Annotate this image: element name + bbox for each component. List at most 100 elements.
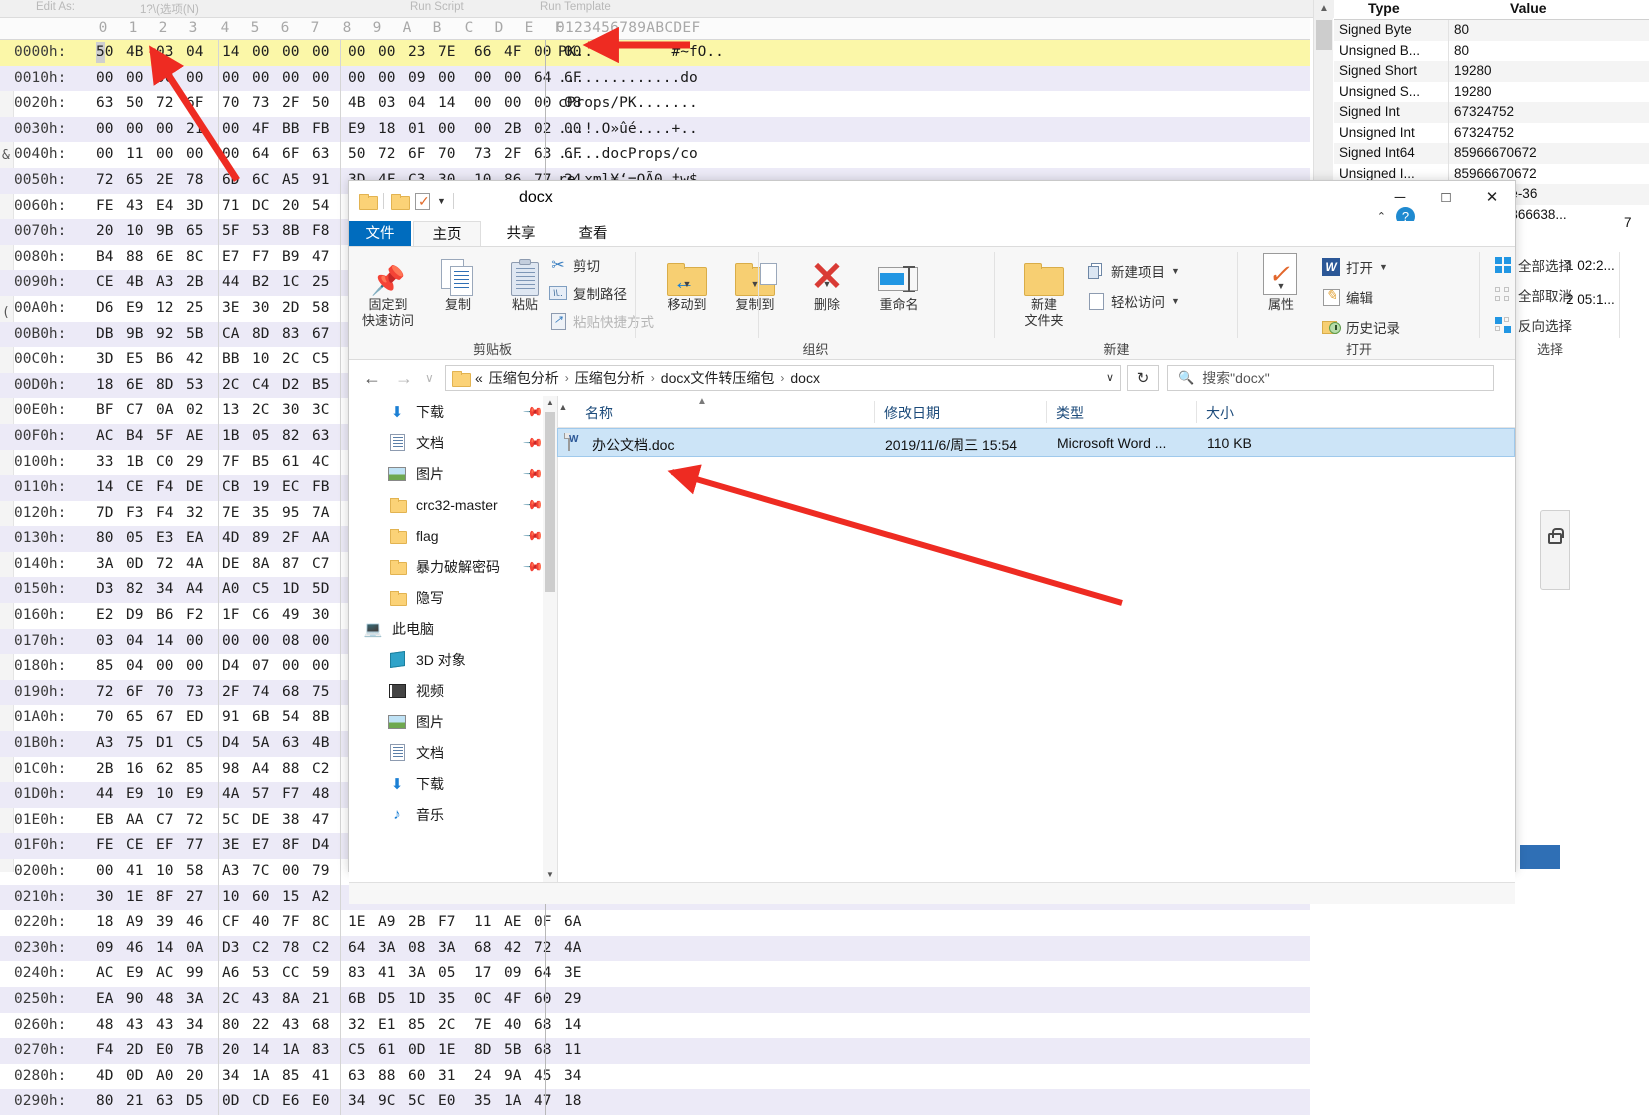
hex-byte[interactable]: 71 xyxy=(222,194,252,220)
hex-byte[interactable]: 2B xyxy=(408,910,438,936)
hex-byte[interactable]: 8B xyxy=(282,219,312,245)
hex-byte[interactable]: 00 xyxy=(156,117,186,143)
hex-byte[interactable]: 18 xyxy=(378,117,408,143)
hex-byte[interactable]: CE xyxy=(126,475,156,501)
hex-byte[interactable]: D2 xyxy=(282,373,312,399)
breadcrumb-separator-icon[interactable]: › xyxy=(651,371,655,385)
hex-byte[interactable]: 5F xyxy=(156,424,186,450)
nav-item-此电脑[interactable]: 💻 此电脑 xyxy=(349,613,557,644)
hex-byte[interactable]: 9A xyxy=(504,1064,534,1090)
hex-byte[interactable]: C2 xyxy=(252,936,282,962)
hex-byte[interactable]: CA xyxy=(222,322,252,348)
hex-byte[interactable]: 8C xyxy=(186,245,216,271)
hex-ascii[interactable]: ..............do xyxy=(558,66,698,92)
hex-byte[interactable]: 7E xyxy=(222,501,252,527)
hex-byte[interactable]: 05 xyxy=(438,961,468,987)
hex-byte[interactable]: 1D xyxy=(282,577,312,603)
hex-byte[interactable]: CD xyxy=(252,1089,282,1115)
hex-ascii[interactable]: PK.. #~fO.. xyxy=(558,40,724,66)
hex-byte[interactable]: DC xyxy=(252,194,282,220)
hex-byte[interactable]: 34 xyxy=(564,1064,594,1090)
hex-byte[interactable]: 00 xyxy=(474,66,504,92)
edit-button[interactable]: 编辑 xyxy=(1322,287,1373,307)
hex-byte[interactable]: 88 xyxy=(378,1064,408,1090)
hex-byte[interactable]: 73 xyxy=(474,142,504,168)
column-header-modified[interactable]: 修改日期 xyxy=(884,403,940,423)
column-header-type[interactable]: 类型 xyxy=(1056,403,1084,423)
hex-row[interactable]: 0230h: 09 46 14 0A D3 C2 78 C2 64 3A 08 3A 68 42 72 4A xyxy=(0,935,1310,962)
hex-byte[interactable]: 2B xyxy=(186,270,216,296)
hex-byte[interactable]: 2F xyxy=(282,91,312,117)
hex-byte[interactable]: 78 xyxy=(282,936,312,962)
hex-byte[interactable]: 30 xyxy=(312,603,342,629)
hex-byte[interactable]: A4 xyxy=(252,757,282,783)
hex-byte[interactable]: 1E xyxy=(126,885,156,911)
tab-home[interactable]: 主页 xyxy=(413,221,481,247)
hex-byte[interactable]: 2C xyxy=(222,373,252,399)
hex-byte[interactable]: 85 xyxy=(408,1013,438,1039)
hex-byte[interactable]: B2 xyxy=(252,270,282,296)
hex-byte[interactable]: E9 xyxy=(126,782,156,808)
hex-byte[interactable]: A9 xyxy=(126,910,156,936)
hex-byte[interactable]: 2F xyxy=(504,142,534,168)
hex-ascii[interactable]: ...!.O»ûé....+.. xyxy=(558,117,698,143)
hex-byte[interactable]: 41 xyxy=(378,961,408,987)
hex-byte[interactable]: A4 xyxy=(186,577,216,603)
hex-byte[interactable]: 5C xyxy=(408,1089,438,1115)
hex-byte[interactable]: 29 xyxy=(564,987,594,1013)
hex-byte[interactable]: 63 xyxy=(282,731,312,757)
hex-byte[interactable]: 6A xyxy=(564,910,594,936)
hex-byte[interactable]: 4F xyxy=(504,40,534,66)
nav-item-图片[interactable]: 图片 xyxy=(349,706,557,737)
hex-byte[interactable]: ED xyxy=(186,705,216,731)
hex-byte[interactable]: 3C xyxy=(312,398,342,424)
hex-byte[interactable]: 17 xyxy=(474,961,504,987)
nav-item-下载[interactable]: ⬇ 下载 📌 xyxy=(349,396,557,427)
hex-byte[interactable]: 14 xyxy=(438,91,468,117)
hex-ascii[interactable]: cProps/PK....... xyxy=(558,91,698,117)
hex-byte[interactable]: 45 xyxy=(534,1064,564,1090)
hex-byte[interactable]: 63 xyxy=(96,91,126,117)
hex-byte[interactable]: 44 xyxy=(96,782,126,808)
menu-options[interactable]: 1?\(选项(N) xyxy=(140,1,199,17)
hex-byte[interactable]: 72 xyxy=(156,91,186,117)
hex-byte[interactable]: 2D xyxy=(282,296,312,322)
hex-byte[interactable]: CB xyxy=(222,475,252,501)
hex-byte[interactable]: 7B xyxy=(186,1038,216,1064)
hex-byte[interactable]: E3 xyxy=(156,526,186,552)
hex-byte[interactable]: 8D xyxy=(252,322,282,348)
hex-byte[interactable]: E5 xyxy=(126,347,156,373)
hex-byte[interactable]: 1A xyxy=(252,1064,282,1090)
new-item-button[interactable]: 新建项目 ▼ xyxy=(1087,261,1180,281)
hex-byte[interactable]: 98 xyxy=(222,757,252,783)
hex-byte[interactable]: 2C xyxy=(252,398,282,424)
hex-byte[interactable]: D5 xyxy=(186,1089,216,1115)
hex-byte[interactable]: 72 xyxy=(378,142,408,168)
hex-byte[interactable]: 8F xyxy=(156,885,186,911)
hex-byte[interactable]: D3 xyxy=(96,577,126,603)
hex-byte[interactable]: 14 xyxy=(156,936,186,962)
hex-byte[interactable]: 2C xyxy=(222,987,252,1013)
hex-byte[interactable]: 64 xyxy=(252,142,282,168)
hex-byte[interactable]: B6 xyxy=(156,347,186,373)
hex-byte[interactable]: 10 xyxy=(156,782,186,808)
hex-byte[interactable]: 50 xyxy=(312,91,342,117)
data-inspector-row[interactable]: Signed Byte 80 xyxy=(1334,20,1649,41)
hex-byte[interactable]: 50 xyxy=(126,91,156,117)
hex-byte[interactable]: AC xyxy=(96,961,126,987)
hex-byte[interactable]: 54 xyxy=(312,194,342,220)
file-name[interactable]: 办公文档.doc xyxy=(592,435,674,455)
hex-byte[interactable]: 91 xyxy=(222,705,252,731)
hex-byte[interactable]: 66 xyxy=(474,40,504,66)
hex-byte[interactable]: 60 xyxy=(252,885,282,911)
hex-byte[interactable]: 25 xyxy=(312,270,342,296)
hex-byte[interactable]: 18 xyxy=(96,910,126,936)
hex-byte[interactable]: 29 xyxy=(186,450,216,476)
hex-byte[interactable]: A0 xyxy=(156,1064,186,1090)
hex-byte[interactable]: D1 xyxy=(156,731,186,757)
hex-byte[interactable]: 9B xyxy=(126,322,156,348)
hex-byte[interactable]: 34 xyxy=(348,1089,378,1115)
hex-byte[interactable]: 2E xyxy=(156,168,186,194)
hex-byte[interactable]: 00 xyxy=(348,66,378,92)
hex-byte[interactable]: 3E xyxy=(564,961,594,987)
